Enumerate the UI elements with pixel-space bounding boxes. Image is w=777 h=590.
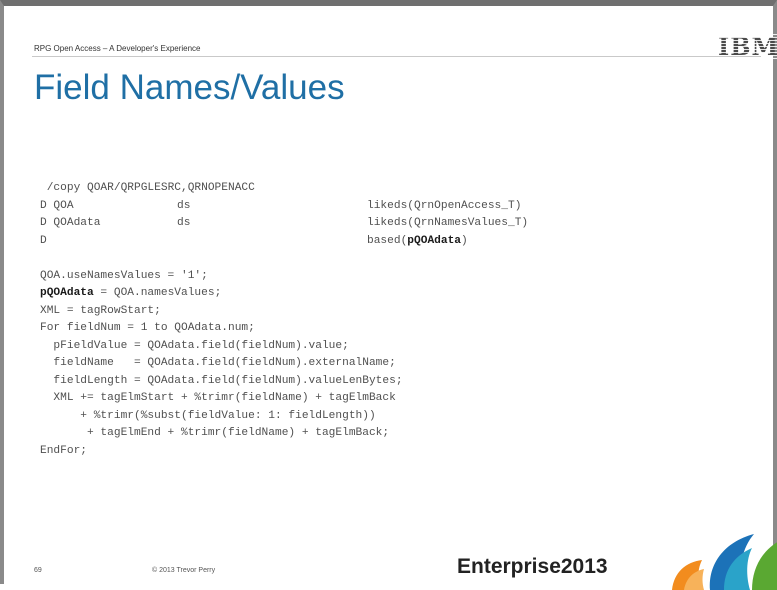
pointer-assign: = QOA.namesValues; xyxy=(93,287,222,299)
copyright-text: © 2013 Trevor Perry xyxy=(152,567,216,574)
decl-spec: D QOA xyxy=(40,199,74,212)
event-logo: Enterprise2013 xyxy=(457,555,608,579)
code-line-decl: D QOA ds likeds(QrnOpenAccess_T) xyxy=(40,198,528,216)
code-line-body: pFieldValue = QOAdata.field(fieldNum).va… xyxy=(40,339,349,352)
event-year: 2013 xyxy=(560,555,608,578)
code-line-endfor: EndFor; xyxy=(40,444,87,457)
code-line-body: XML += tagElmStart + %trimr(fieldName) +… xyxy=(40,392,396,404)
copy-directive: /copy QOAR/QRPGLESRC,QRNOPENACC xyxy=(46,182,255,194)
code-line-body: fieldName = QOAdata.field(fieldNum).exte… xyxy=(40,357,396,369)
code-line-body: fieldLength = QOAdata.field(fieldNum).va… xyxy=(40,374,403,387)
code-line-pointer: pQOAdata = QOA.namesValues; xyxy=(40,285,528,303)
enterprise-globe-icon xyxy=(672,534,777,590)
slide-frame: RPG Open Access – A Developer's Experien… xyxy=(0,0,777,590)
code-line-copy: /copy QOAR/QRPGLESRC,QRNOPENACC xyxy=(40,180,528,198)
code-line-body: + tagElmEnd + %trimr(fieldName) + tagElm… xyxy=(40,427,390,439)
decl-spec: D QOAdata xyxy=(40,217,101,229)
decl-type: ds xyxy=(177,199,191,212)
decl-keyword: likeds(QrnOpenAccess_T) xyxy=(367,199,522,212)
pointer-var: pQOAdata xyxy=(40,287,94,299)
code-line-decl: D QOAdata ds likeds(QrnNamesValues_T) xyxy=(40,215,528,233)
code-line-for: For fieldNum = 1 to QOAdata.num; xyxy=(40,322,255,334)
code-block: /copy QOAR/QRPGLESRC,QRNOPENACC D QOA ds l… xyxy=(40,180,528,460)
decl-type: ds xyxy=(177,217,191,229)
code-line-use-names: QOA.useNamesValues = '1'; xyxy=(40,269,208,282)
decl-keyword: likeds(QrnNamesValues_T) xyxy=(367,217,529,229)
page-number: 69 xyxy=(34,567,42,574)
code-line-decl: Dbased(pQOAdata) xyxy=(40,233,528,251)
decl-spec: D xyxy=(40,234,47,247)
code-line-xml-start: XML = tagRowStart; xyxy=(40,304,161,317)
page-title: Field Names/Values xyxy=(34,68,345,107)
event-name: Enterprise xyxy=(457,555,561,578)
header-divider xyxy=(32,56,761,57)
logo-green-swirl xyxy=(752,542,777,590)
slide-header: RPG Open Access – A Developer's Experien… xyxy=(34,44,201,53)
code-line-body: + %trimr(%subst(fieldValue: 1: fieldLeng… xyxy=(40,409,376,422)
decl-keyword: based(pQOAdata) xyxy=(367,234,468,247)
